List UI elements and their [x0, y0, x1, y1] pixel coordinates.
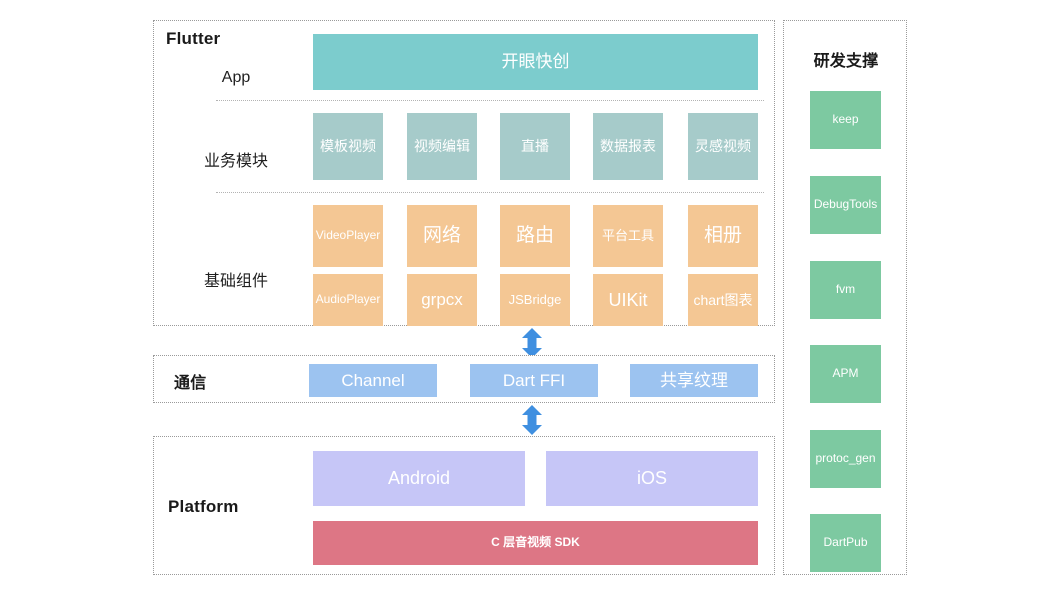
- base-block-uikit[interactable]: UIKit: [593, 274, 663, 326]
- platform-layer-panel: Platform Android iOS C 层音视频 SDK: [153, 436, 775, 575]
- row-label-base-components: 基础组件: [203, 273, 268, 290]
- app-block-kaiyan[interactable]: 开眼快创: [313, 34, 758, 90]
- business-block-video-edit[interactable]: 视频编辑: [407, 113, 477, 180]
- base-block-network[interactable]: 网络: [407, 205, 477, 267]
- base-block-jsbridge[interactable]: JSBridge: [500, 274, 570, 326]
- communication-block-channel[interactable]: Channel: [309, 364, 437, 397]
- communication-block-dart-ffi[interactable]: Dart FFI: [470, 364, 598, 397]
- communication-block-shared-texture[interactable]: 共享纹理: [630, 364, 758, 397]
- business-block-data-report[interactable]: 数据报表: [593, 113, 663, 180]
- base-block-audioplayer[interactable]: AudioPlayer: [313, 274, 383, 326]
- platform-block-android[interactable]: Android: [313, 451, 525, 506]
- devops-block-apm[interactable]: APM: [810, 345, 881, 403]
- separator-app-business: [216, 100, 764, 101]
- devops-block-protoc-gen[interactable]: protoc_gen: [810, 430, 881, 488]
- base-block-router[interactable]: 路由: [500, 205, 570, 267]
- separator-business-base: [216, 192, 764, 193]
- base-block-platform-tools[interactable]: 平台工具: [593, 205, 663, 267]
- communication-layer-panel: 通信 Channel Dart FFI 共享纹理: [153, 355, 775, 403]
- double-arrow-icon-communication-platform: [519, 404, 545, 436]
- platform-block-ios[interactable]: iOS: [546, 451, 758, 506]
- devops-block-fvm[interactable]: fvm: [810, 261, 881, 319]
- platform-panel-title: Platform: [168, 497, 239, 516]
- base-block-album[interactable]: 相册: [688, 205, 758, 267]
- base-block-grpcx[interactable]: grpcx: [407, 274, 477, 326]
- row-label-business: 业务模块: [203, 153, 268, 170]
- architecture-diagram: Flutter App 开眼快创 业务模块 模板视频 视频编辑 直播 数据报表 …: [0, 0, 1060, 596]
- base-block-chart[interactable]: chart图表: [688, 274, 758, 326]
- platform-block-c-av-sdk[interactable]: C 层音视频 SDK: [313, 521, 758, 565]
- devops-block-debugtools[interactable]: DebugTools: [810, 176, 881, 234]
- business-block-inspiration-video[interactable]: 灵感视频: [688, 113, 758, 180]
- business-block-live[interactable]: 直播: [500, 113, 570, 180]
- flutter-layer-panel: Flutter App 开眼快创 业务模块 模板视频 视频编辑 直播 数据报表 …: [153, 20, 775, 326]
- business-block-template-video[interactable]: 模板视频: [313, 113, 383, 180]
- communication-panel-title: 通信: [174, 375, 207, 392]
- devops-block-dartpub[interactable]: DartPub: [810, 514, 881, 572]
- flutter-panel-title: Flutter: [166, 29, 221, 48]
- devops-support-panel: 研发支撑 keep DebugTools fvm APM protoc_gen …: [783, 20, 907, 575]
- row-label-app: App: [221, 69, 251, 86]
- devops-block-keep[interactable]: keep: [810, 91, 881, 149]
- devops-panel-title: 研发支撑: [813, 53, 879, 70]
- base-block-videoplayer[interactable]: VideoPlayer: [313, 205, 383, 267]
